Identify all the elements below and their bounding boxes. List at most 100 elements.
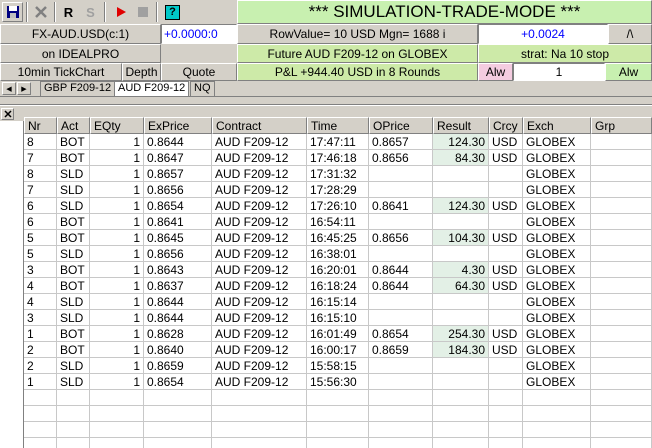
cell-result: 84.30 — [433, 150, 489, 166]
table-row[interactable]: 4 BOT 1 0.8637 AUD F209-12 16:18:24 0.8644 64.3… — [24, 278, 652, 294]
empty-cell — [523, 406, 591, 422]
play-button[interactable] — [110, 2, 131, 22]
table-row[interactable]: 4 SLD 1 0.8644 AUD F209-12 16:15:14 GLOBEX — [24, 294, 652, 310]
column-header-oprice[interactable]: OPrice — [369, 117, 433, 134]
cell-action: SLD — [57, 246, 90, 262]
table-row[interactable]: 7 BOT 1 0.8647 AUD F209-12 17:46:18 0.8656 84.3… — [24, 150, 652, 166]
table-row[interactable]: 5 SLD 1 0.8656 AUD F209-12 16:38:01 GLOBEX — [24, 246, 652, 262]
cell-currency — [489, 166, 523, 182]
empty-cell — [489, 390, 523, 406]
cell-price: 0.8637 — [144, 278, 212, 294]
cell-contract: AUD F209-12 — [212, 374, 307, 390]
cell-currency: USD — [489, 134, 523, 150]
quantity-input[interactable]: 1 — [513, 63, 605, 81]
column-header-group[interactable]: Grp — [591, 117, 652, 134]
column-header-action[interactable]: Act — [57, 117, 90, 134]
column-header-price[interactable]: ExPrice — [144, 117, 212, 134]
depth-button[interactable]: Depth — [122, 63, 161, 81]
cell-nr: 7 — [24, 150, 57, 166]
tab-scroll-left[interactable]: ◀ — [2, 82, 16, 95]
quote-button[interactable]: Quote — [161, 63, 237, 81]
left-rail — [0, 121, 24, 448]
table-row[interactable]: 8 BOT 1 0.8644 AUD F209-12 17:47:11 0.8657 124.… — [24, 134, 652, 150]
r-button[interactable]: R — [58, 2, 79, 22]
empty-cell — [90, 406, 144, 422]
empty-cell — [307, 422, 369, 438]
cell-oprice — [369, 246, 433, 262]
cell-oprice: 0.8654 — [369, 326, 433, 342]
empty-cell — [591, 438, 652, 448]
save-button[interactable] — [2, 2, 23, 22]
chart-type-button[interactable]: 10min TickChart — [0, 63, 122, 81]
cell-contract: AUD F209-12 — [212, 246, 307, 262]
cell-price: 0.8647 — [144, 150, 212, 166]
cell-result: 124.30 — [433, 198, 489, 214]
cell-contract: AUD F209-12 — [212, 310, 307, 326]
symbol-field[interactable]: FX-AUD.USD(c:1) — [0, 24, 161, 44]
caret-up-button[interactable]: /\ — [608, 24, 652, 44]
cell-time: 16:54:11 — [307, 214, 369, 230]
tab-gbp[interactable]: GBP F209-12 — [40, 81, 116, 96]
cell-contract: AUD F209-12 — [212, 326, 307, 342]
empty-cell — [212, 406, 307, 422]
table-row[interactable]: 2 BOT 1 0.8640 AUD F209-12 16:00:17 0.8659 184.… — [24, 342, 652, 358]
cell-oprice: 0.8657 — [369, 134, 433, 150]
close-button[interactable] — [30, 2, 51, 22]
cell-result — [433, 374, 489, 390]
column-header-currency[interactable]: Crcy — [489, 117, 523, 134]
price-right-readout: +0.0024 — [478, 24, 608, 44]
empty-cell — [212, 422, 307, 438]
column-header-nr[interactable]: Nr — [24, 117, 57, 134]
cell-oprice — [369, 358, 433, 374]
s-button[interactable]: S — [80, 2, 101, 22]
cell-time: 16:15:10 — [307, 310, 369, 326]
column-header-result[interactable]: Result — [433, 117, 489, 134]
table-row[interactable]: 8 SLD 1 0.8657 AUD F209-12 17:31:32 GLOBEX — [24, 166, 652, 182]
close-panel-button[interactable] — [1, 108, 14, 120]
row-value-readout: RowValue= 10 USD Mgn= 1688 i — [237, 24, 478, 44]
table-row[interactable]: 7 SLD 1 0.8656 AUD F209-12 17:28:29 GLOBEX — [24, 182, 652, 198]
tab-scroll-right[interactable]: ▶ — [17, 82, 31, 95]
column-header-qty[interactable]: EQty — [90, 117, 144, 134]
column-header-time[interactable]: Time — [307, 117, 369, 134]
play-icon — [116, 7, 126, 17]
empty-cell — [90, 438, 144, 448]
trades-table: Nr Act EQty ExPrice Contract Time OPrice Result… — [24, 117, 652, 448]
cell-time: 16:00:17 — [307, 342, 369, 358]
empty-cell — [523, 438, 591, 448]
cell-price: 0.8644 — [144, 294, 212, 310]
table-row[interactable]: 2 SLD 1 0.8659 AUD F209-12 15:58:15 GLOBEX — [24, 358, 652, 374]
table-row[interactable]: 1 SLD 1 0.8654 AUD F209-12 15:56:30 GLOBEX — [24, 374, 652, 390]
empty-cell — [90, 390, 144, 406]
allow-left-button[interactable]: Alw — [478, 63, 513, 81]
cell-nr: 7 — [24, 182, 57, 198]
table-row[interactable]: 3 SLD 1 0.8644 AUD F209-12 16:15:10 GLOBEX — [24, 310, 652, 326]
cell-qty: 1 — [90, 262, 144, 278]
empty-cell — [57, 438, 90, 448]
table-row[interactable]: 1 BOT 1 0.8628 AUD F209-12 16:01:49 0.8654 254.… — [24, 326, 652, 342]
cell-currency — [489, 294, 523, 310]
cell-nr: 4 — [24, 278, 57, 294]
stop-button[interactable] — [132, 2, 153, 22]
tab-aud[interactable]: AUD F209-12 — [114, 81, 190, 96]
table-row[interactable]: 5 BOT 1 0.8645 AUD F209-12 16:45:25 0.8656 104.… — [24, 230, 652, 246]
cell-price: 0.8628 — [144, 326, 212, 342]
cell-currency: USD — [489, 262, 523, 278]
tab-nq[interactable]: NQ — [190, 81, 215, 96]
cell-oprice — [369, 294, 433, 310]
cell-result — [433, 182, 489, 198]
empty-cell — [591, 390, 652, 406]
allow-right-button[interactable]: Alw — [605, 63, 652, 81]
cell-time: 17:26:10 — [307, 198, 369, 214]
column-header-contract[interactable]: Contract — [212, 117, 307, 134]
column-header-exchange[interactable]: Exch — [523, 117, 591, 134]
cell-group — [591, 326, 652, 342]
help-button[interactable]: ? — [162, 2, 183, 22]
table-row[interactable]: 6 SLD 1 0.8654 AUD F209-12 17:26:10 0.8641 124.… — [24, 198, 652, 214]
cell-group — [591, 342, 652, 358]
table-row[interactable]: 6 BOT 1 0.8641 AUD F209-12 16:54:11 GLOBEX — [24, 214, 652, 230]
cell-exchange: GLOBEX — [523, 326, 591, 342]
empty-row — [24, 406, 652, 422]
cell-oprice: 0.8644 — [369, 278, 433, 294]
table-row[interactable]: 3 BOT 1 0.8643 AUD F209-12 16:20:01 0.8644 4.30… — [24, 262, 652, 278]
